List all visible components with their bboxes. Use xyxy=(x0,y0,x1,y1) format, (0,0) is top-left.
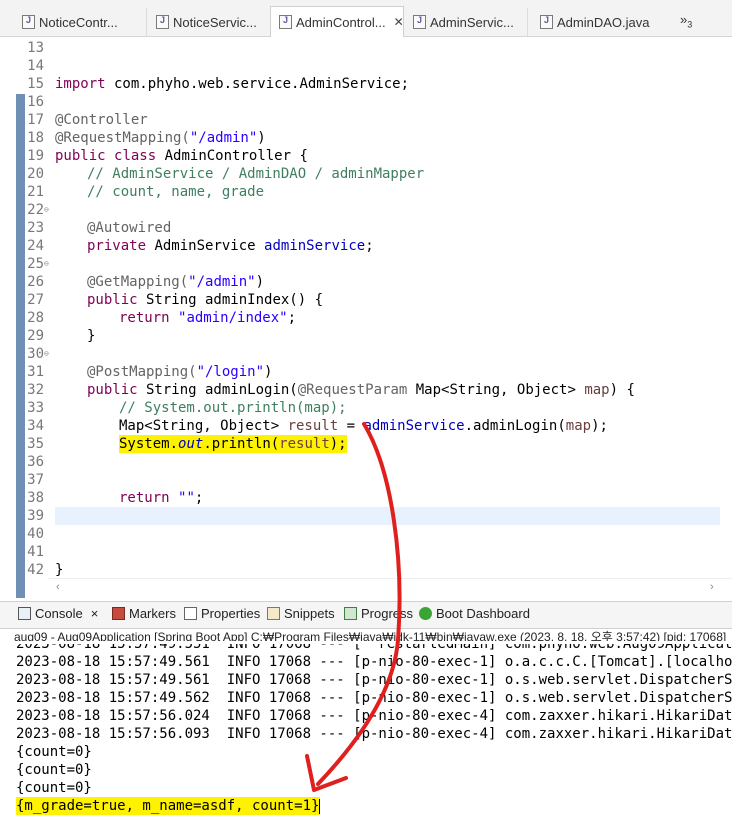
console-line: {count=0} xyxy=(16,780,92,796)
fold-icon[interactable]: ⊖ xyxy=(44,201,49,219)
fold-icon[interactable]: ⊖ xyxy=(44,255,49,273)
line-number: 35 xyxy=(27,436,44,452)
console-line: 2023-08-18 15:57:49.561 INFO 17068 --- [… xyxy=(16,672,732,688)
scroll-left-icon[interactable]: ‹ xyxy=(56,581,60,593)
line-number: 17 xyxy=(27,112,44,128)
java-file-icon xyxy=(156,15,169,29)
fold-icon[interactable]: ⊖ xyxy=(44,345,49,363)
text-cursor xyxy=(319,798,321,814)
line-number: 16 xyxy=(27,94,44,110)
java-file-icon xyxy=(22,15,35,29)
console-line: 2023-08-18 15:57:49.562 INFO 17068 --- [… xyxy=(16,690,732,706)
java-file-icon xyxy=(540,15,553,29)
snippets-icon xyxy=(267,607,280,620)
tab-notice-controller[interactable]: NoticeContr... xyxy=(14,8,147,36)
tab-overflow-count: 3 xyxy=(687,19,693,30)
tab-label: NoticeServic... xyxy=(173,14,257,30)
line-number: 42 xyxy=(27,562,44,578)
line-number: 40 xyxy=(27,526,44,542)
properties-icon xyxy=(184,607,197,620)
line-number: 34 xyxy=(27,418,44,434)
line-number: 38 xyxy=(27,490,44,506)
line-number: 29 xyxy=(27,328,44,344)
tab-notice-service[interactable]: NoticeServic... xyxy=(148,8,275,36)
horizontal-scrollbar[interactable]: ‹ › xyxy=(48,578,732,597)
tab-label: AdminDAO.java xyxy=(557,14,650,30)
line-number: 30 xyxy=(27,346,44,362)
line-number: 36 xyxy=(27,454,44,470)
line-number: 13 xyxy=(27,40,44,56)
line-number: 23 xyxy=(27,220,44,236)
console-line: 2023-08-18 15:57:49.561 INFO 17068 --- [… xyxy=(16,654,732,670)
line-number: 18 xyxy=(27,130,44,146)
boot-dashboard-icon xyxy=(419,607,432,620)
scroll-right-icon[interactable]: › xyxy=(710,581,714,593)
console-output[interactable]: 2023-08-18 15:57:49.551 INFO 17068 --- [… xyxy=(0,641,732,839)
java-file-icon xyxy=(279,15,292,29)
tab-admin-controller[interactable]: AdminControl... ✕ xyxy=(270,6,404,37)
java-file-icon xyxy=(413,15,426,29)
tab-label: NoticeContr... xyxy=(39,14,118,30)
console-line: 2023-08-18 15:57:56.093 INFO 17068 --- [… xyxy=(16,726,732,742)
tab-console[interactable]: Console × xyxy=(18,606,98,621)
tab-properties[interactable]: Properties xyxy=(184,606,260,621)
tab-boot-dashboard[interactable]: Boot Dashboard xyxy=(419,606,530,621)
line-number: 25 xyxy=(27,256,44,272)
console-line: 2023-08-18 15:57:49.551 INFO 17068 --- [… xyxy=(16,641,732,652)
console-line: {count=0} xyxy=(16,762,92,778)
editor-tab-bar: NoticeContr... NoticeServic... AdminCont… xyxy=(0,0,732,37)
code-editor[interactable]: 13 14 import com.phyho.web.service.Admin… xyxy=(0,37,732,598)
tab-snippets[interactable]: Snippets xyxy=(267,606,335,621)
line-number: 33 xyxy=(27,400,44,416)
line-number: 20 xyxy=(27,166,44,182)
console-view-tabs: Console × Markers Properties Snippets Pr… xyxy=(0,601,732,629)
line-number: 19 xyxy=(27,148,44,164)
line-number: 21 xyxy=(27,184,44,200)
tab-progress[interactable]: Progress xyxy=(344,606,413,621)
line-number: 15 xyxy=(27,76,44,92)
console-line: 2023-08-18 15:57:56.024 INFO 17068 --- [… xyxy=(16,708,732,724)
line-number: 28 xyxy=(27,310,44,326)
close-icon[interactable]: ✕ xyxy=(394,15,403,29)
tab-label: AdminServic... xyxy=(430,14,514,30)
line-number: 26 xyxy=(27,274,44,290)
tab-markers[interactable]: Markers xyxy=(112,606,176,621)
line-number: 39 xyxy=(27,508,44,524)
line-number: 32 xyxy=(27,382,44,398)
console-icon xyxy=(18,607,31,620)
highlighted-console-line: {m_grade=true, m_name=asdf, count=1} xyxy=(16,797,321,815)
close-icon[interactable]: × xyxy=(91,606,99,621)
markers-icon xyxy=(112,607,125,620)
line-number: 37 xyxy=(27,472,44,488)
tab-label: AdminControl... xyxy=(296,14,386,30)
line-number: 31 xyxy=(27,364,44,380)
line-number: 24 xyxy=(27,238,44,254)
line-number: 27 xyxy=(27,292,44,308)
tab-admin-dao[interactable]: AdminDAO.java xyxy=(532,8,667,36)
line-number: 22 xyxy=(27,202,44,218)
tab-admin-service[interactable]: AdminServic... xyxy=(405,8,528,36)
tab-overflow-button[interactable]: »3 xyxy=(680,12,692,30)
progress-icon xyxy=(344,607,357,620)
line-number: 14 xyxy=(27,58,44,74)
line-number: 41 xyxy=(27,544,44,560)
console-line: {count=0} xyxy=(16,744,92,760)
